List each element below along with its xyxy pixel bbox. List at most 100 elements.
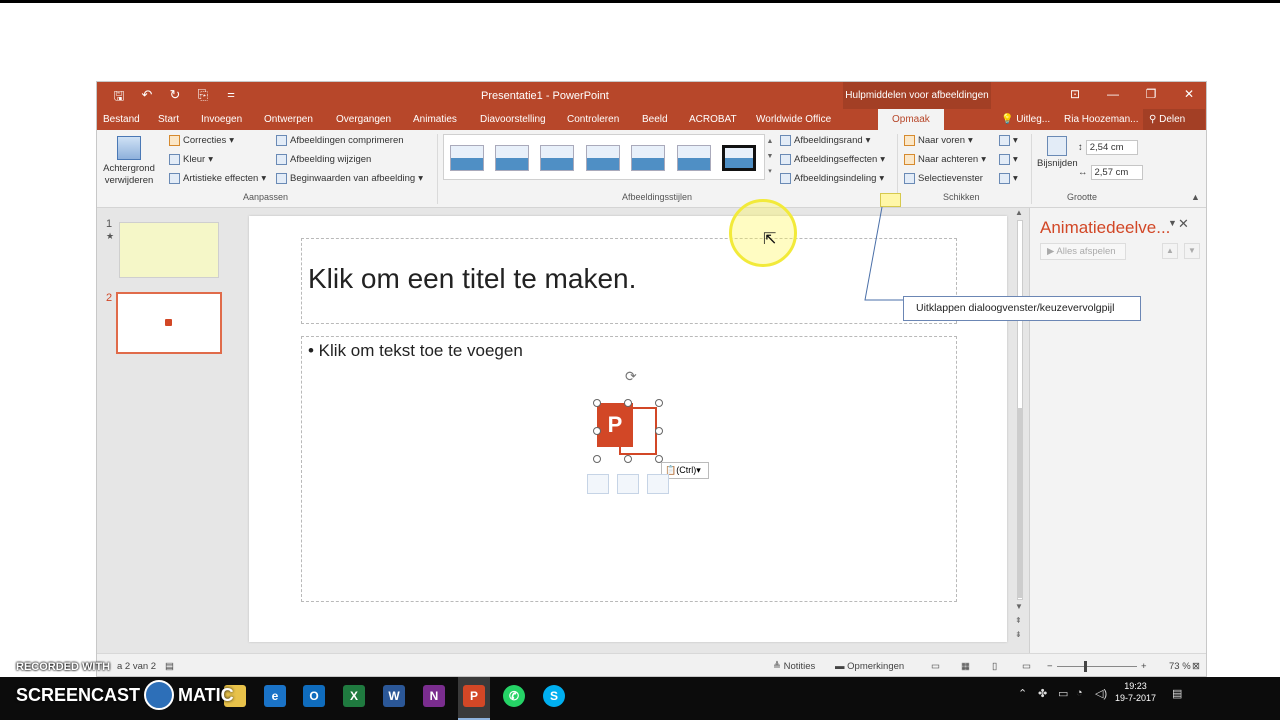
user-name[interactable]: Ria Hoozeman... <box>1064 114 1138 125</box>
online-picture-icon[interactable] <box>617 474 639 494</box>
width-field[interactable]: ↔ 2,57 cm <box>1078 165 1143 180</box>
group-button[interactable]: ▾ <box>999 154 1018 165</box>
tab-animaties[interactable]: Animaties <box>413 114 457 125</box>
zoom-level[interactable]: 73 % <box>1169 661 1191 672</box>
zoom-out-icon[interactable]: − <box>1047 661 1053 672</box>
zoom-in-icon[interactable]: + <box>1141 661 1147 672</box>
scroll-up-icon[interactable]: ▲ <box>1015 208 1023 217</box>
fit-slide-icon[interactable]: ⊠ <box>1192 661 1200 672</box>
remove-background-button[interactable]: Achtergrond verwijderen <box>101 136 157 187</box>
slide-thumbnail-2[interactable] <box>116 292 222 354</box>
scroll-down-icon[interactable]: ▼ <box>765 149 775 164</box>
artistic-effects-button[interactable]: Artistieke effecten ▾ <box>169 173 266 184</box>
skype-icon[interactable]: S <box>543 685 565 707</box>
outlook-icon[interactable]: O <box>303 685 325 707</box>
play-all-button[interactable]: ▶ Alles afspelen <box>1040 243 1126 260</box>
close-icon[interactable]: ✕ <box>1178 216 1189 232</box>
picture-style-thumb[interactable] <box>495 145 529 171</box>
comments-button[interactable]: ▬ Opmerkingen <box>835 661 904 672</box>
normal-view-icon[interactable]: ▭ <box>931 661 940 672</box>
wifi-icon[interactable]: ◔ <box>1076 687 1083 699</box>
align-button[interactable]: ▾ <box>999 135 1018 146</box>
tab-invoegen[interactable]: Invoegen <box>201 114 242 125</box>
notifications-icon[interactable]: ▤ <box>1172 687 1182 700</box>
share-button[interactable]: ⚲ Delen <box>1143 109 1205 130</box>
resize-handle[interactable] <box>593 455 601 463</box>
excel-icon[interactable]: X <box>343 685 365 707</box>
tray-expand-icon[interactable]: ⌃ <box>1018 687 1027 700</box>
resize-handle[interactable] <box>593 427 601 435</box>
reset-picture-button[interactable]: Beginwaarden van afbeelding ▾ <box>276 173 423 184</box>
tell-me-box[interactable]: 💡 Uitleg... <box>1001 114 1050 125</box>
spellcheck-icon[interactable]: ▤ <box>165 661 174 672</box>
tray-app-icon[interactable]: ✤ <box>1038 687 1047 700</box>
vertical-scrollbar[interactable]: ▲ ▼ ⇞ ⇟ <box>1013 208 1027 653</box>
video-icon[interactable] <box>647 474 669 494</box>
edge-icon[interactable]: e <box>264 685 286 707</box>
notes-button[interactable]: ≜ Notities <box>773 661 815 672</box>
resize-handle[interactable] <box>624 399 632 407</box>
tab-diavoorstelling[interactable]: Diavoorstelling <box>480 114 546 125</box>
resize-handle[interactable] <box>593 399 601 407</box>
slide-sorter-icon[interactable]: ▦ <box>961 661 970 672</box>
resize-handle[interactable] <box>655 399 663 407</box>
resize-handle[interactable] <box>624 455 632 463</box>
width-input[interactable]: 2,57 cm <box>1090 165 1143 180</box>
picture-border-button[interactable]: Afbeeldingsrand ▾ <box>780 135 870 146</box>
pane-options-icon[interactable]: ▼ <box>1168 218 1177 228</box>
scroll-down-icon[interactable]: ▼ <box>1015 602 1023 611</box>
redo-icon[interactable]: ↻ <box>167 87 183 109</box>
tab-controleren[interactable]: Controleren <box>567 114 619 125</box>
tab-bestand[interactable]: Bestand <box>103 114 140 125</box>
color-button[interactable]: Kleur ▾ <box>169 154 213 165</box>
word-icon[interactable]: W <box>383 685 405 707</box>
picture-style-thumb[interactable] <box>586 145 620 171</box>
system-clock[interactable]: 19:23 19-7-2017 <box>1115 680 1156 704</box>
close-button[interactable]: ✕ <box>1170 82 1206 109</box>
whatsapp-icon[interactable]: ✆ <box>503 685 525 707</box>
undo-icon[interactable]: ↶ <box>139 87 155 109</box>
restore-button[interactable]: ❐ <box>1132 82 1170 109</box>
bring-forward-button[interactable]: Naar voren ▾ <box>904 135 973 146</box>
title-placeholder[interactable]: Klik om een titel te maken. <box>301 238 957 324</box>
collapse-ribbon-icon[interactable]: ▲ <box>1191 192 1200 202</box>
ribbon-display-icon[interactable]: ⊡ <box>1056 82 1094 109</box>
minimize-button[interactable]: — <box>1094 82 1132 109</box>
previous-slide-icon[interactable]: ⇞ <box>1015 616 1022 625</box>
picture-style-thumb[interactable] <box>677 145 711 171</box>
save-icon[interactable]: 🖫 <box>111 87 127 109</box>
powerpoint-icon[interactable]: P <box>463 685 485 707</box>
slide-canvas[interactable]: Klik om een titel te maken. • Klik om te… <box>249 216 1007 642</box>
zoom-slider-track[interactable] <box>1057 666 1137 667</box>
rotate-button[interactable]: ▾ <box>999 173 1018 184</box>
powerpoint-logo-image[interactable]: P <box>597 403 659 459</box>
corrections-button[interactable]: Correcties ▾ <box>169 135 234 146</box>
picture-style-thumb[interactable] <box>540 145 574 171</box>
slideshow-view-icon[interactable]: ▭ <box>1022 661 1031 672</box>
picture-layout-button[interactable]: Afbeeldingsindeling ▾ <box>780 173 884 184</box>
picture-style-thumb[interactable] <box>631 145 665 171</box>
next-slide-icon[interactable]: ⇟ <box>1015 630 1022 639</box>
selection-pane-button[interactable]: Selectievenster <box>904 173 983 184</box>
send-backward-button[interactable]: Naar achteren ▾ <box>904 154 986 165</box>
scroll-up-icon[interactable]: ▲ <box>765 134 775 149</box>
resize-handle[interactable] <box>655 427 663 435</box>
tab-overgangen[interactable]: Overgangen <box>336 114 391 125</box>
picture-icon[interactable] <box>587 474 609 494</box>
picture-styles-dialog-launcher[interactable] <box>880 193 901 207</box>
tab-ontwerpen[interactable]: Ontwerpen <box>264 114 313 125</box>
tab-start[interactable]: Start <box>158 114 179 125</box>
zoom-slider-thumb[interactable] <box>1084 661 1087 672</box>
slide-thumbnail-1[interactable] <box>119 222 219 278</box>
compress-pictures-button[interactable]: Afbeeldingen comprimeren <box>276 135 404 146</box>
tab-worldwide-office[interactable]: Worldwide Office <box>756 114 831 125</box>
onenote-icon[interactable]: N <box>423 685 445 707</box>
start-slideshow-icon[interactable]: ⎘ <box>195 87 211 109</box>
crop-button[interactable]: Bijsnijden <box>1037 136 1078 169</box>
height-input[interactable]: 2,54 cm <box>1085 140 1138 155</box>
height-field[interactable]: ↕ 2,54 cm <box>1078 140 1138 155</box>
rotate-handle-icon[interactable]: ⟳ <box>625 368 637 385</box>
reading-view-icon[interactable]: ▯ <box>992 661 997 672</box>
volume-icon[interactable]: ◁) <box>1095 687 1107 700</box>
picture-effects-button[interactable]: Afbeeldingseffecten ▾ <box>780 154 885 165</box>
